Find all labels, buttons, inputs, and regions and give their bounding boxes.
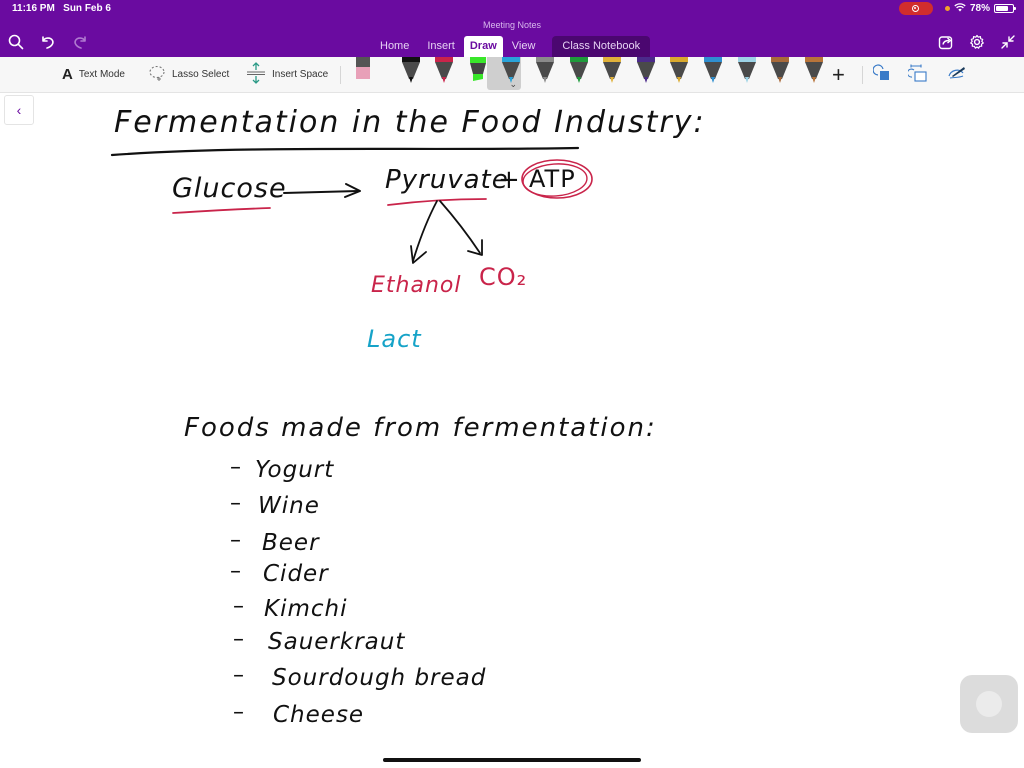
bullet-dash: – <box>233 663 245 688</box>
pen-lightblue[interactable] <box>736 57 758 87</box>
add-pen-button[interactable]: + <box>832 57 845 92</box>
assistive-touch-icon <box>976 691 1002 717</box>
bullet-dash: – <box>233 627 245 652</box>
pen-black[interactable] <box>400 57 422 87</box>
toolbar-divider <box>862 66 863 84</box>
plus-icon: + <box>832 61 845 87</box>
collapse-icon[interactable] <box>998 32 1018 52</box>
insert-space-icon <box>246 62 266 87</box>
status-indicators: 78% <box>898 2 1016 15</box>
foods-heading: Foods made from fermentation: <box>184 413 657 443</box>
screen-recording-indicator[interactable] <box>898 2 933 15</box>
record-icon <box>912 5 920 12</box>
lasso-select-label: Lasso Select <box>172 69 230 80</box>
reaction-arrow <box>283 190 359 194</box>
note-canvas[interactable]: Fermentation in the Food Industry: Gluco… <box>0 93 1024 768</box>
pen-copper[interactable] <box>803 57 825 87</box>
mic-in-use-dot <box>944 6 950 11</box>
plus-sign: + <box>498 165 521 195</box>
lasso-icon <box>148 65 166 84</box>
pen-highlighter-green[interactable] <box>467 57 489 87</box>
food-name: Cider <box>263 561 329 587</box>
food-name: Wine <box>258 493 320 519</box>
lact-text: Lact <box>367 325 422 353</box>
ink-to-text-button[interactable] <box>906 57 928 92</box>
ink-replay-button[interactable] <box>945 57 967 92</box>
battery-percent: 78% <box>969 3 990 14</box>
ink-convert-icon <box>906 63 928 86</box>
bullet-dash: – <box>233 700 245 725</box>
pen-cyan[interactable] <box>500 57 522 87</box>
lasso-select-button[interactable]: Lasso Select <box>148 57 229 92</box>
insert-space-label: Insert Space <box>272 69 329 80</box>
settings-icon[interactable] <box>967 32 987 52</box>
food-name: Cheese <box>273 702 365 728</box>
tab-class-notebook[interactable]: Class Notebook <box>552 36 651 57</box>
battery-icon <box>994 4 1016 13</box>
food-name: Sourdough bread <box>272 665 487 691</box>
draw-toolbar: A Text Mode Lasso Select Insert Space ⌄ … <box>0 57 1024 93</box>
pen-red[interactable] <box>433 57 455 87</box>
food-name: Kimchi <box>264 596 348 622</box>
date-text: Sun Feb 6 <box>63 3 111 14</box>
assistive-touch-button[interactable] <box>960 675 1018 733</box>
header-right-actions <box>936 32 1018 52</box>
pen-blue[interactable] <box>702 57 724 87</box>
pen-purple[interactable] <box>635 57 657 87</box>
battery-level <box>996 6 1009 11</box>
share-icon[interactable] <box>936 32 956 52</box>
bullet-dash: – <box>230 559 242 584</box>
wifi-icon <box>954 2 966 15</box>
ink-to-shape-button[interactable] <box>872 57 891 92</box>
insert-space-button[interactable]: Insert Space <box>246 57 328 92</box>
shapes-icon <box>872 64 891 85</box>
pyruvate-text: Pyruvate <box>385 165 509 195</box>
ribbon-tabs: Home Insert Draw View Class Notebook <box>371 36 651 57</box>
bullet-dash: – <box>230 491 242 516</box>
pen-gold[interactable] <box>668 57 690 87</box>
food-name: Yogurt <box>255 457 335 483</box>
food-name: Beer <box>262 530 320 556</box>
tab-draw[interactable]: Draw <box>463 36 503 57</box>
title-underline <box>110 146 580 157</box>
pen-green[interactable] <box>568 57 590 87</box>
bullet-dash: – <box>230 455 242 480</box>
header-left-actions <box>6 32 90 52</box>
pen-brown[interactable] <box>769 57 791 87</box>
food-name: Sauerkraut <box>268 629 406 655</box>
ethanol-text: Ethanol <box>371 273 462 298</box>
pen-yellow[interactable] <box>601 57 623 87</box>
glucose-text: Glucose <box>172 173 287 204</box>
search-icon[interactable] <box>6 32 26 52</box>
co2-branch-arrow <box>439 200 481 254</box>
atp-text: ATP <box>529 165 576 193</box>
redo-icon[interactable] <box>70 32 90 52</box>
time-text: 11:16 PM <box>12 3 55 14</box>
app-header: 11:16 PM Sun Feb 6 78% Meeting Notes Hom… <box>0 0 1024 57</box>
pen-replay-icon <box>945 64 967 85</box>
text-mode-button[interactable]: A Text Mode <box>62 57 125 92</box>
co2-text: CO₂ <box>479 263 528 291</box>
pen-gray[interactable] <box>534 57 556 87</box>
text-mode-icon: A <box>62 66 73 83</box>
document-title: Meeting Notes <box>482 20 542 30</box>
tab-insert[interactable]: Insert <box>418 36 464 57</box>
pen-eraser[interactable] <box>352 57 374 87</box>
text-mode-label: Text Mode <box>78 69 125 80</box>
bullet-dash: – <box>230 528 242 553</box>
bullet-dash: – <box>233 594 245 619</box>
toolbar-divider <box>340 66 341 84</box>
status-time: 11:16 PM Sun Feb 6 <box>12 3 111 14</box>
ethanol-arrowhead <box>410 245 427 264</box>
tab-home[interactable]: Home <box>371 36 418 57</box>
tab-view[interactable]: View <box>503 36 545 57</box>
glucose-underline <box>172 207 271 214</box>
undo-icon[interactable] <box>38 32 58 52</box>
home-indicator[interactable] <box>383 758 641 762</box>
note-title: Fermentation in the Food Industry: <box>114 105 706 140</box>
